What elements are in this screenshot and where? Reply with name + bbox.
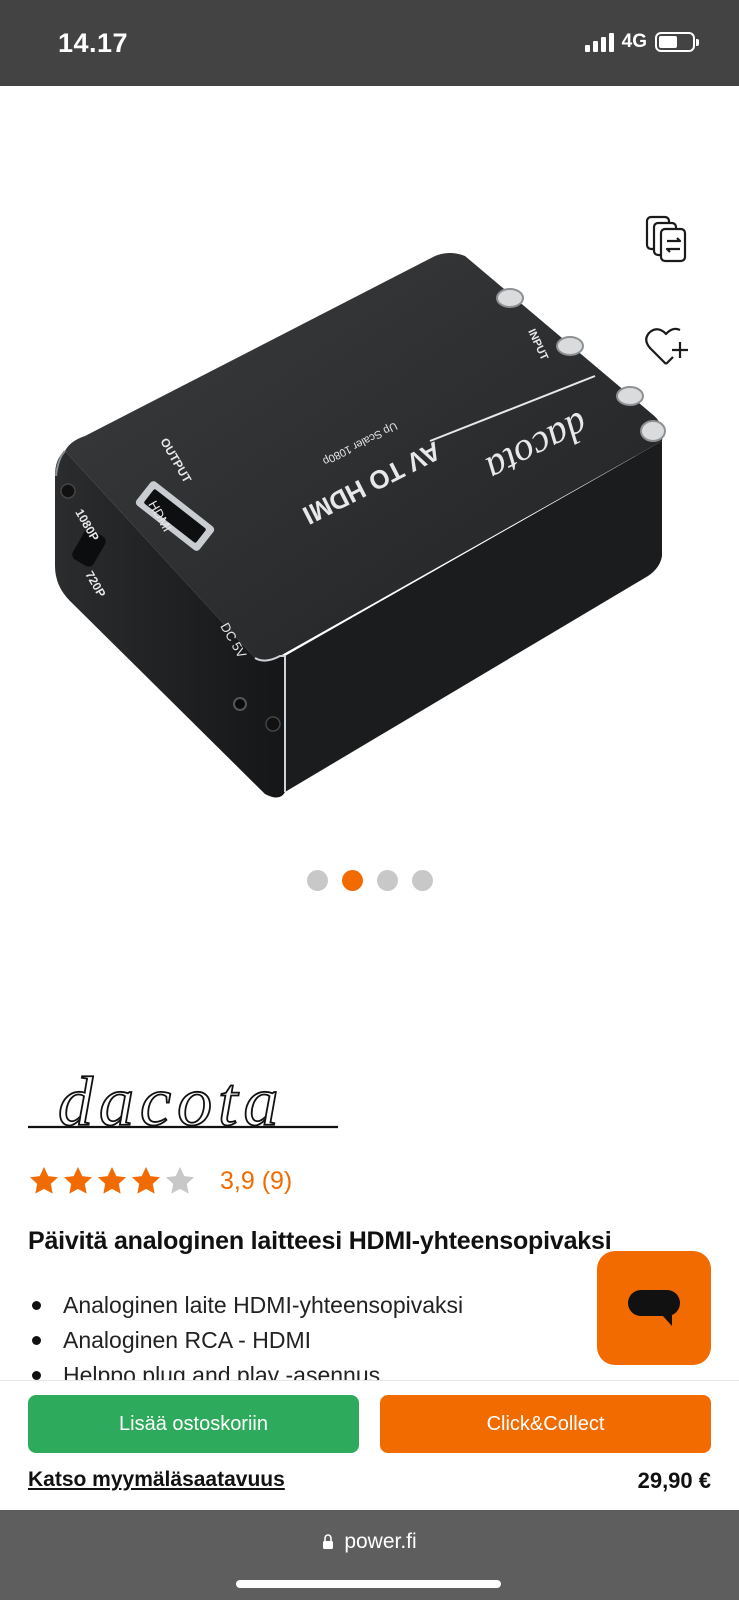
- status-indicators: 4G: [584, 31, 699, 53]
- feature-text: Analoginen RCA - HDMI: [63, 1327, 311, 1353]
- gallery-dot[interactable]: [306, 870, 328, 891]
- add-to-cart-button[interactable]: Lisää ostoskoriin: [28, 1395, 359, 1453]
- feature-item: Analoginen laite HDMI-yhteensopivaksi: [32, 1288, 463, 1323]
- url-display[interactable]: power.fi: [0, 1530, 739, 1554]
- feature-text: Analoginen laite HDMI-yhteensopivaksi: [63, 1292, 464, 1318]
- feature-list: Analoginen laite HDMI-yhteensopivaksi An…: [32, 1288, 463, 1393]
- chat-button[interactable]: [597, 1251, 711, 1365]
- browser-address-bar[interactable]: power.fi: [0, 1510, 739, 1600]
- gallery-pagination: [0, 870, 739, 891]
- chat-bubble-icon: [628, 1290, 680, 1326]
- star-filled-icon: [30, 1167, 58, 1194]
- lock-icon: [323, 1534, 334, 1549]
- click-collect-button[interactable]: Click&Collect: [380, 1395, 711, 1453]
- product-title: Päivitä analoginen laitteesi HDMI-yhteen…: [28, 1227, 612, 1255]
- rating-stars: [28, 1165, 196, 1197]
- brand-logo-text: dacota: [58, 1075, 285, 1139]
- purchase-bar: Lisää ostoskoriin Click&Collect Katso my…: [0, 1380, 739, 1510]
- product-image[interactable]: AV TO HDMI Up Scaler 1080p dacota INPUT …: [40, 236, 700, 806]
- brand-logo[interactable]: dacota: [28, 1075, 338, 1139]
- status-bar: 14.17 4G: [0, 0, 739, 86]
- rating-value: 3,9 (9): [220, 1166, 293, 1195]
- star-filled-icon: [98, 1167, 126, 1194]
- status-time: 14.17: [58, 28, 129, 58]
- gallery-dot-active[interactable]: [341, 870, 363, 891]
- cellular-signal-icon: [584, 32, 614, 52]
- star-filled-icon: [64, 1167, 92, 1194]
- url-text: power.fi: [344, 1530, 417, 1553]
- bullet-icon: [32, 1371, 41, 1380]
- gallery-dot[interactable]: [411, 870, 433, 891]
- star-empty-icon: [166, 1167, 194, 1194]
- home-indicator[interactable]: [236, 1580, 501, 1588]
- compare-icon[interactable]: [644, 214, 688, 264]
- store-availability-link[interactable]: Katso myymäläsaatavuus: [28, 1468, 285, 1492]
- product-rating[interactable]: 3,9 (9): [28, 1165, 292, 1197]
- feature-item: Analoginen RCA - HDMI: [32, 1323, 463, 1358]
- bullet-icon: [32, 1336, 41, 1345]
- network-type: 4G: [621, 31, 647, 52]
- wishlist-heart-icon[interactable]: [644, 326, 690, 368]
- product-gallery[interactable]: AV TO HDMI Up Scaler 1080p dacota INPUT …: [0, 86, 739, 1026]
- bullet-icon: [32, 1301, 41, 1310]
- star-filled-icon: [132, 1167, 160, 1194]
- battery-icon: [655, 32, 699, 52]
- gallery-dot[interactable]: [376, 870, 398, 891]
- product-price: 29,90 €: [637, 1468, 711, 1493]
